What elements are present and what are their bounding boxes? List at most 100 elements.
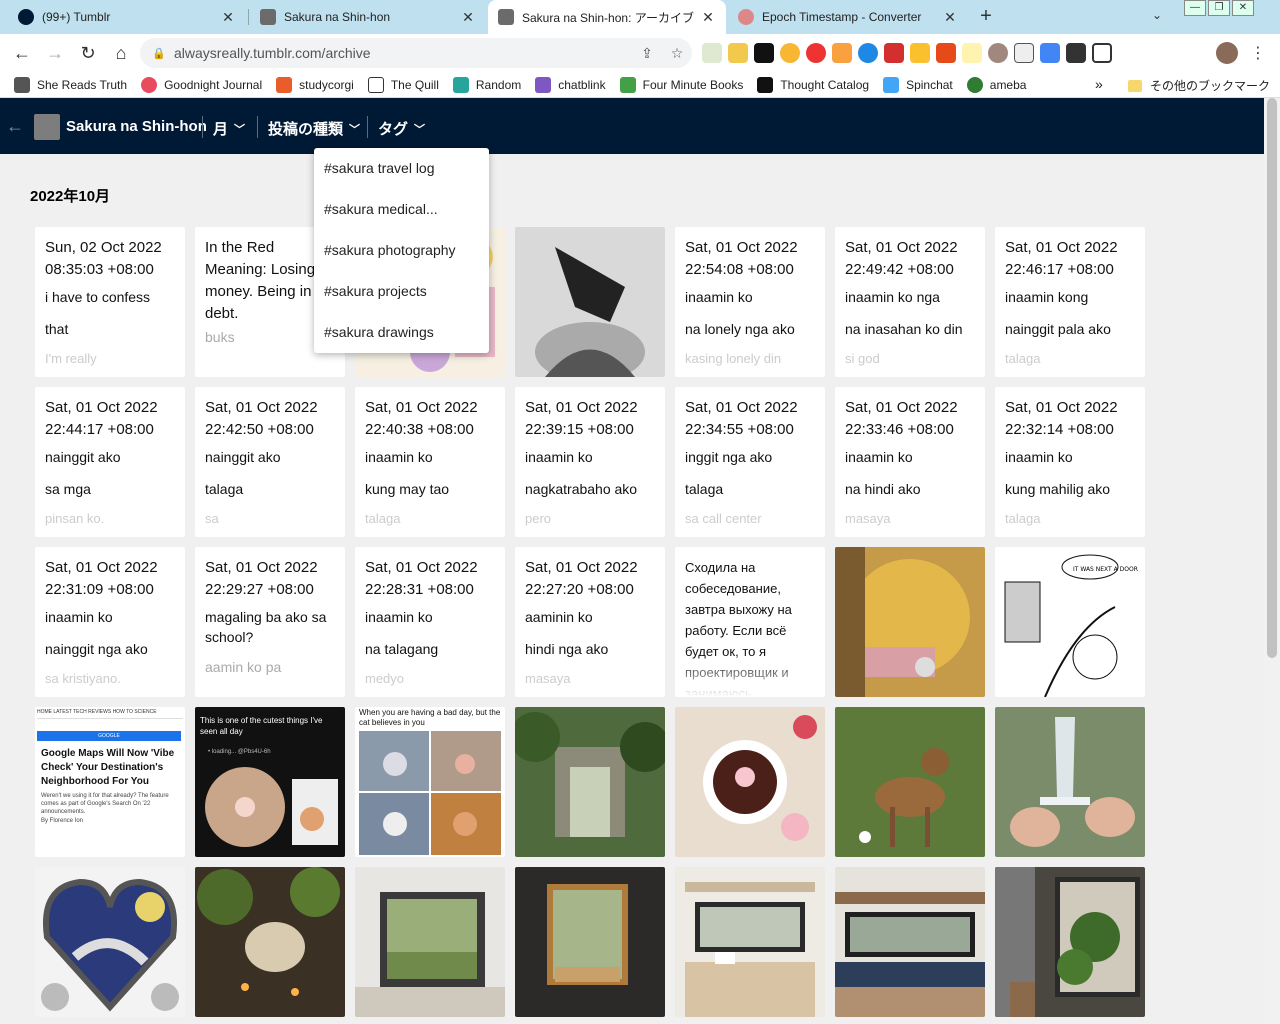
extension-icon[interactable] bbox=[780, 43, 800, 63]
blog-title[interactable]: Sakura na Shin-hon bbox=[66, 118, 207, 135]
blog-avatar[interactable] bbox=[34, 114, 60, 140]
text-post-card[interactable]: Sat, 01 Oct 2022 22:49:42 +08:00 inaamin … bbox=[835, 227, 985, 377]
text-post-card[interactable]: Sat, 01 Oct 2022 22:28:31 +08:00 inaamin … bbox=[355, 547, 505, 697]
extension-icon[interactable] bbox=[806, 43, 826, 63]
photo-post-card[interactable] bbox=[995, 867, 1145, 1017]
address-bar[interactable]: 🔒 alwaysreally.tumblr.com/archive ⇪ ☆ bbox=[140, 38, 692, 68]
home-button[interactable]: ⌂ bbox=[105, 37, 137, 69]
text-post-card[interactable]: Sat, 01 Oct 2022 22:42:50 +08:00 nainggit… bbox=[195, 387, 345, 537]
photo-post-card[interactable] bbox=[355, 867, 505, 1017]
photo-post-card[interactable] bbox=[515, 707, 665, 857]
text-post-card[interactable]: Sat, 01 Oct 2022 22:31:09 +08:00 inaamin … bbox=[35, 547, 185, 697]
bookmark-star-icon[interactable]: ☆ bbox=[662, 45, 692, 62]
other-bookmarks-folder[interactable]: その他のブックマーク bbox=[1128, 77, 1270, 94]
photo-post-card[interactable] bbox=[675, 867, 825, 1017]
extension-icon[interactable] bbox=[832, 43, 852, 63]
photo-post-card[interactable] bbox=[675, 707, 825, 857]
tab-search-chevron-icon[interactable]: ⌄ bbox=[1152, 8, 1162, 22]
extension-icon[interactable] bbox=[858, 43, 878, 63]
extension-icon[interactable] bbox=[884, 43, 904, 63]
text-post-card[interactable]: Sat, 01 Oct 2022 22:44:17 +08:00 nainggit… bbox=[35, 387, 185, 537]
photo-post-card[interactable] bbox=[835, 867, 985, 1017]
bookmark-item[interactable]: ameba bbox=[966, 76, 1026, 93]
close-tab-icon[interactable]: ✕ bbox=[220, 9, 236, 26]
text-post-card[interactable]: Сходила на собеседование, завтра выхожу … bbox=[675, 547, 825, 697]
text-post-card[interactable]: Sat, 01 Oct 2022 22:27:20 +08:00 aaminin … bbox=[515, 547, 665, 697]
page-scrollbar[interactable] bbox=[1264, 98, 1280, 1024]
close-window-button[interactable]: ✕ bbox=[1232, 0, 1254, 16]
minimize-button[interactable]: — bbox=[1184, 0, 1206, 16]
bookmark-item[interactable]: Thought Catalog bbox=[757, 76, 869, 93]
bookmark-item[interactable]: Goodnight Journal bbox=[141, 76, 262, 93]
close-tab-icon[interactable]: ✕ bbox=[942, 9, 958, 26]
photo-post-card[interactable] bbox=[35, 867, 185, 1017]
photo-post-card[interactable] bbox=[995, 707, 1145, 857]
reload-button[interactable]: ↻ bbox=[72, 37, 104, 69]
photo-post-card[interactable]: HOME LATEST TECH REVIEWS HOW TO SCIENCE G… bbox=[35, 707, 185, 857]
bookmark-item[interactable]: She Reads Truth bbox=[14, 76, 127, 93]
month-filter[interactable]: 月 ﹀ bbox=[213, 118, 245, 139]
chevron-down-icon: ﹀ bbox=[234, 123, 246, 136]
photo-post-card[interactable] bbox=[515, 227, 665, 377]
tag-option[interactable]: #sakura photography bbox=[314, 239, 489, 280]
forward-button[interactable]: → bbox=[39, 37, 71, 69]
extension-icon[interactable] bbox=[702, 43, 722, 63]
photo-post-card[interactable]: This is one of the cutest things I've se… bbox=[195, 707, 345, 857]
profile-avatar[interactable] bbox=[1216, 42, 1238, 64]
extension-icon[interactable] bbox=[1040, 43, 1060, 63]
photo-post-card[interactable]: IT WAS NEXT A DOOR bbox=[995, 547, 1145, 697]
browser-tab-active[interactable]: Sakura na Shin-hon: アーカイブ ✕ bbox=[488, 0, 726, 34]
post-image bbox=[515, 227, 665, 377]
tag-option[interactable]: #sakura travel log bbox=[314, 157, 489, 198]
tag-option[interactable]: #sakura projects bbox=[314, 280, 489, 321]
browser-menu-icon[interactable]: ⋮ bbox=[1250, 43, 1266, 63]
photo-post-card[interactable]: When you are having a bad day, but the c… bbox=[355, 707, 505, 857]
tag-option[interactable]: #sakura drawings bbox=[314, 321, 489, 362]
browser-tab[interactable]: Sakura na Shin-hon ✕ bbox=[250, 0, 486, 34]
tag-option[interactable]: #sakura medical... bbox=[314, 198, 489, 239]
extensions-puzzle-icon[interactable] bbox=[1066, 43, 1086, 63]
back-arrow-icon[interactable]: ← bbox=[6, 116, 24, 137]
bookmark-item[interactable]: chatblink bbox=[535, 76, 606, 93]
text-post-card[interactable]: Sat, 01 Oct 2022 22:32:14 +08:00 inaamin … bbox=[995, 387, 1145, 537]
text-post-card[interactable]: Sat, 01 Oct 2022 22:29:27 +08:00 magaling… bbox=[195, 547, 345, 697]
tags-filter[interactable]: タグ ﹀ bbox=[378, 118, 425, 139]
bookmarks-overflow-button[interactable]: » bbox=[1095, 76, 1103, 92]
side-panel-icon[interactable] bbox=[1092, 43, 1112, 63]
photo-post-card[interactable] bbox=[515, 867, 665, 1017]
back-button[interactable]: ← bbox=[6, 37, 38, 69]
photo-post-card[interactable] bbox=[835, 547, 985, 697]
text-post-card[interactable]: Sat, 01 Oct 2022 22:46:17 +08:00 inaamin … bbox=[995, 227, 1145, 377]
photo-post-card[interactable] bbox=[195, 867, 345, 1017]
restore-button[interactable]: ❐ bbox=[1208, 0, 1230, 16]
new-tab-button[interactable]: + bbox=[976, 6, 996, 27]
url-text[interactable]: alwaysreally.tumblr.com/archive bbox=[174, 45, 632, 61]
photo-post-card[interactable] bbox=[835, 707, 985, 857]
close-tab-icon[interactable]: ✕ bbox=[460, 9, 476, 26]
extension-icon[interactable] bbox=[1014, 43, 1034, 63]
scrollbar-thumb[interactable] bbox=[1267, 98, 1277, 658]
bookmark-item[interactable]: Random bbox=[452, 76, 521, 93]
bookmark-item[interactable]: Spinchat bbox=[883, 76, 953, 93]
bookmark-item[interactable]: Four Minute Books bbox=[619, 76, 743, 93]
extension-icon[interactable] bbox=[910, 43, 930, 63]
text-post-card[interactable]: Sun, 02 Oct 2022 08:35:03 +08:00 i have t… bbox=[35, 227, 185, 377]
bookmark-item[interactable]: The Quill bbox=[367, 76, 439, 93]
text-post-card[interactable]: Sat, 01 Oct 2022 22:39:15 +08:00 inaamin … bbox=[515, 387, 665, 537]
browser-tab[interactable]: (99+) Tumblr ✕ bbox=[8, 0, 246, 34]
bookmark-item[interactable]: studycorgi bbox=[276, 76, 354, 93]
browser-tab[interactable]: Epoch Timestamp - Converter ✕ bbox=[728, 0, 968, 34]
text-post-card[interactable]: Sat, 01 Oct 2022 22:33:46 +08:00 inaamin … bbox=[835, 387, 985, 537]
extension-icon[interactable] bbox=[754, 43, 774, 63]
extension-icon[interactable] bbox=[988, 43, 1008, 63]
close-tab-icon[interactable]: ✕ bbox=[700, 9, 716, 26]
extension-icon[interactable] bbox=[962, 43, 982, 63]
text-post-card[interactable]: Sat, 01 Oct 2022 22:34:55 +08:00 inggit n… bbox=[675, 387, 825, 537]
text-post-card[interactable]: Sat, 01 Oct 2022 22:54:08 +08:00 inaamin … bbox=[675, 227, 825, 377]
extension-icon[interactable] bbox=[936, 43, 956, 63]
share-icon[interactable]: ⇪ bbox=[632, 45, 662, 62]
lock-icon[interactable]: 🔒 bbox=[152, 47, 166, 60]
post-type-filter[interactable]: 投稿の種類 ﹀ bbox=[268, 118, 360, 139]
text-post-card[interactable]: Sat, 01 Oct 2022 22:40:38 +08:00 inaamin … bbox=[355, 387, 505, 537]
extension-icon[interactable] bbox=[728, 43, 748, 63]
